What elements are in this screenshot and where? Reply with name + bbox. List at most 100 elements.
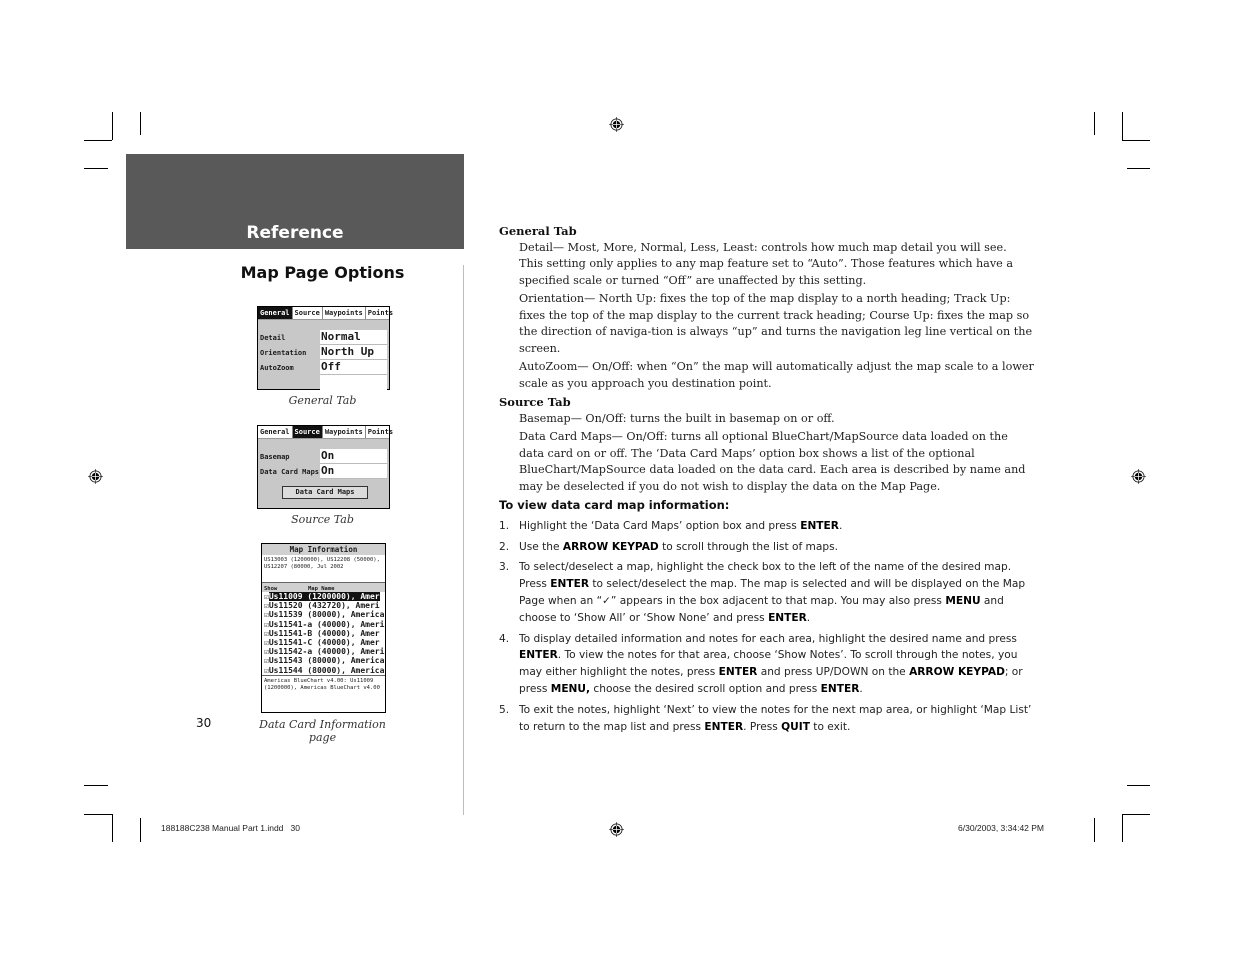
setting-label: Orientation (260, 349, 307, 357)
setting-value: On (320, 449, 387, 464)
crop-mark (84, 785, 108, 786)
tab-source: Source (292, 426, 323, 438)
map-name: Us11541-a (40000), Ameri (268, 619, 385, 629)
map-name: Us11520 (432720), Ameri (268, 601, 380, 611)
registration-mark-icon (609, 822, 624, 837)
paragraph: Detail— Most, More, Normal, Less, Least:… (519, 240, 1014, 287)
crop-mark (112, 814, 113, 842)
chapter-title: Reference (246, 223, 344, 243)
file-slug: 188188C238 Manual Part 1.indd 30 (161, 823, 300, 833)
crop-mark (1122, 814, 1150, 815)
map-info-title: Map Information (262, 544, 385, 555)
crop-mark (84, 168, 108, 169)
setting-value: Off (320, 360, 387, 375)
step-text: Highlight the ‘Data Card Maps’ option bo… (519, 519, 843, 532)
step-text: Use the ARROW KEYPAD to scroll through t… (519, 540, 838, 553)
general-tab-heading: General Tab (499, 224, 577, 238)
column-divider (463, 265, 464, 815)
section-title: Map Page Options (240, 263, 405, 282)
figure-caption: Source Tab (291, 513, 354, 526)
procedure-steps: 1. Highlight the ‘Data Card Maps’ option … (499, 518, 1039, 736)
crop-mark (1127, 168, 1150, 169)
map-name: Us11541-B (40000), Amer (268, 628, 380, 638)
step-number: 4. (499, 632, 510, 645)
paragraph: AutoZoom— On/Off: when “On” the map will… (519, 360, 1034, 390)
crop-mark (1127, 785, 1150, 786)
crop-mark (140, 818, 141, 842)
chapter-header-band: Reference (126, 154, 464, 249)
map-list-item: ☑Us11009 (1200000), Amer (262, 592, 385, 601)
map-list-item: ☑Us11541-B (40000), Amer (262, 629, 385, 638)
step-text: To display detailed information and note… (519, 632, 1023, 695)
paragraph: Orientation— North Up: fixes the top of … (519, 292, 1033, 355)
procedure-step: 5. To exit the notes, highlight ‘Next’ to… (499, 702, 1039, 736)
procedure-step: 1. Highlight the ‘Data Card Maps’ option … (499, 518, 1039, 535)
figure-caption: Data Card Information page (259, 718, 386, 744)
setting-value: North Up (320, 345, 387, 360)
tab-general: General (258, 307, 293, 319)
setting-value: Normal (320, 330, 387, 345)
paragraph: Basemap— On/Off: turns the built in base… (519, 411, 835, 425)
procedure-step: 4. To display detailed information and no… (499, 631, 1039, 698)
crop-mark (1094, 818, 1095, 842)
step-text: To exit the notes, highlight ‘Next’ to v… (519, 703, 1032, 733)
map-name: Us11539 (80000), America (268, 610, 385, 620)
tab-points: Points (367, 309, 394, 317)
settings-area: Detail Normal Orientation North Up AutoZ… (258, 320, 389, 390)
key-name: ARROW KEYPAD (909, 666, 1005, 679)
tab-waypoints: Waypoints (323, 307, 366, 319)
key-name: MENU (945, 594, 981, 607)
key-name: MENU, (550, 682, 591, 695)
setting-label: Data Card Maps (260, 468, 320, 476)
crop-mark (1122, 814, 1123, 842)
procedure: To view data card map information: 1. Hig… (499, 497, 1039, 739)
map-name: Us11009 (1200000), Amer (268, 592, 380, 601)
tab-bar: General Source Waypoints Points (258, 426, 393, 439)
key-name: ENTER (718, 666, 758, 679)
source-tab-heading: Source Tab (499, 395, 571, 409)
map-list-item: ☑Us11541-a (40000), Ameri (262, 620, 385, 629)
column-show: Show (264, 586, 278, 592)
procedure-step: 3. To select/deselect a map, highlight th… (499, 559, 1039, 626)
map-name: Us11543 (80000), America (268, 656, 385, 666)
setting-label: AutoZoom (260, 364, 294, 372)
figure-caption: General Tab (288, 394, 357, 407)
map-list-header: Show Map Name (262, 583, 385, 592)
crop-mark (140, 112, 141, 135)
map-list-item: ☑Us11542-a (40000), Ameri (262, 647, 385, 656)
crop-mark (112, 112, 113, 140)
map-information-screenshot: Map Information US13003 (1200000), US122… (261, 543, 386, 713)
crop-mark (1122, 112, 1123, 140)
tab-points: Points (367, 428, 394, 436)
step-number: 2. (499, 540, 510, 553)
tab-waypoints: Waypoints (323, 426, 366, 438)
map-name: Us11544 (80000), America (268, 665, 385, 675)
paragraph: Data Card Maps— On/Off: turns all option… (519, 430, 1026, 493)
map-list-item: ☑Us11544 (80000), America (262, 666, 385, 675)
source-tab-screenshot: General Source Waypoints Points Basemap … (257, 425, 393, 509)
step-text: To select/deselect a map, highlight the … (519, 561, 1026, 624)
key-name: ENTER (800, 519, 839, 532)
map-list-item: ☑Us11539 (80000), America (262, 610, 385, 619)
registration-mark-icon (88, 469, 103, 484)
key-name: ARROW KEYPAD (562, 540, 659, 553)
registration-mark-icon (1131, 469, 1146, 484)
map-list-item: ☑Us11543 (80000), America (262, 656, 385, 665)
setting-label: Detail (260, 334, 286, 342)
step-number: 5. (499, 703, 510, 716)
crop-mark (1094, 112, 1095, 135)
map-name: Us11541-C (40000), Amer (268, 638, 380, 648)
crop-mark (1122, 140, 1150, 141)
map-info-description: US13003 (1200000), US12208 (50000), US12… (262, 555, 385, 583)
settings-area: Basemap On Data Card Maps On Data Card M… (258, 439, 389, 508)
data-card-maps-button: Data Card Maps (282, 486, 368, 499)
registration-mark-icon (609, 117, 624, 132)
timestamp: 6/30/2003, 3:34:42 PM (958, 823, 1045, 833)
step-number: 3. (499, 561, 510, 574)
key-name: ENTER (550, 578, 589, 591)
map-list-item: ☑Us11520 (432720), Ameri (262, 601, 385, 610)
key-name: ENTER (704, 720, 744, 733)
key-name: ENTER (820, 682, 860, 695)
key-name: ENTER (519, 649, 558, 662)
procedure-step: 2. Use the ARROW KEYPAD to scroll through… (499, 539, 1039, 556)
